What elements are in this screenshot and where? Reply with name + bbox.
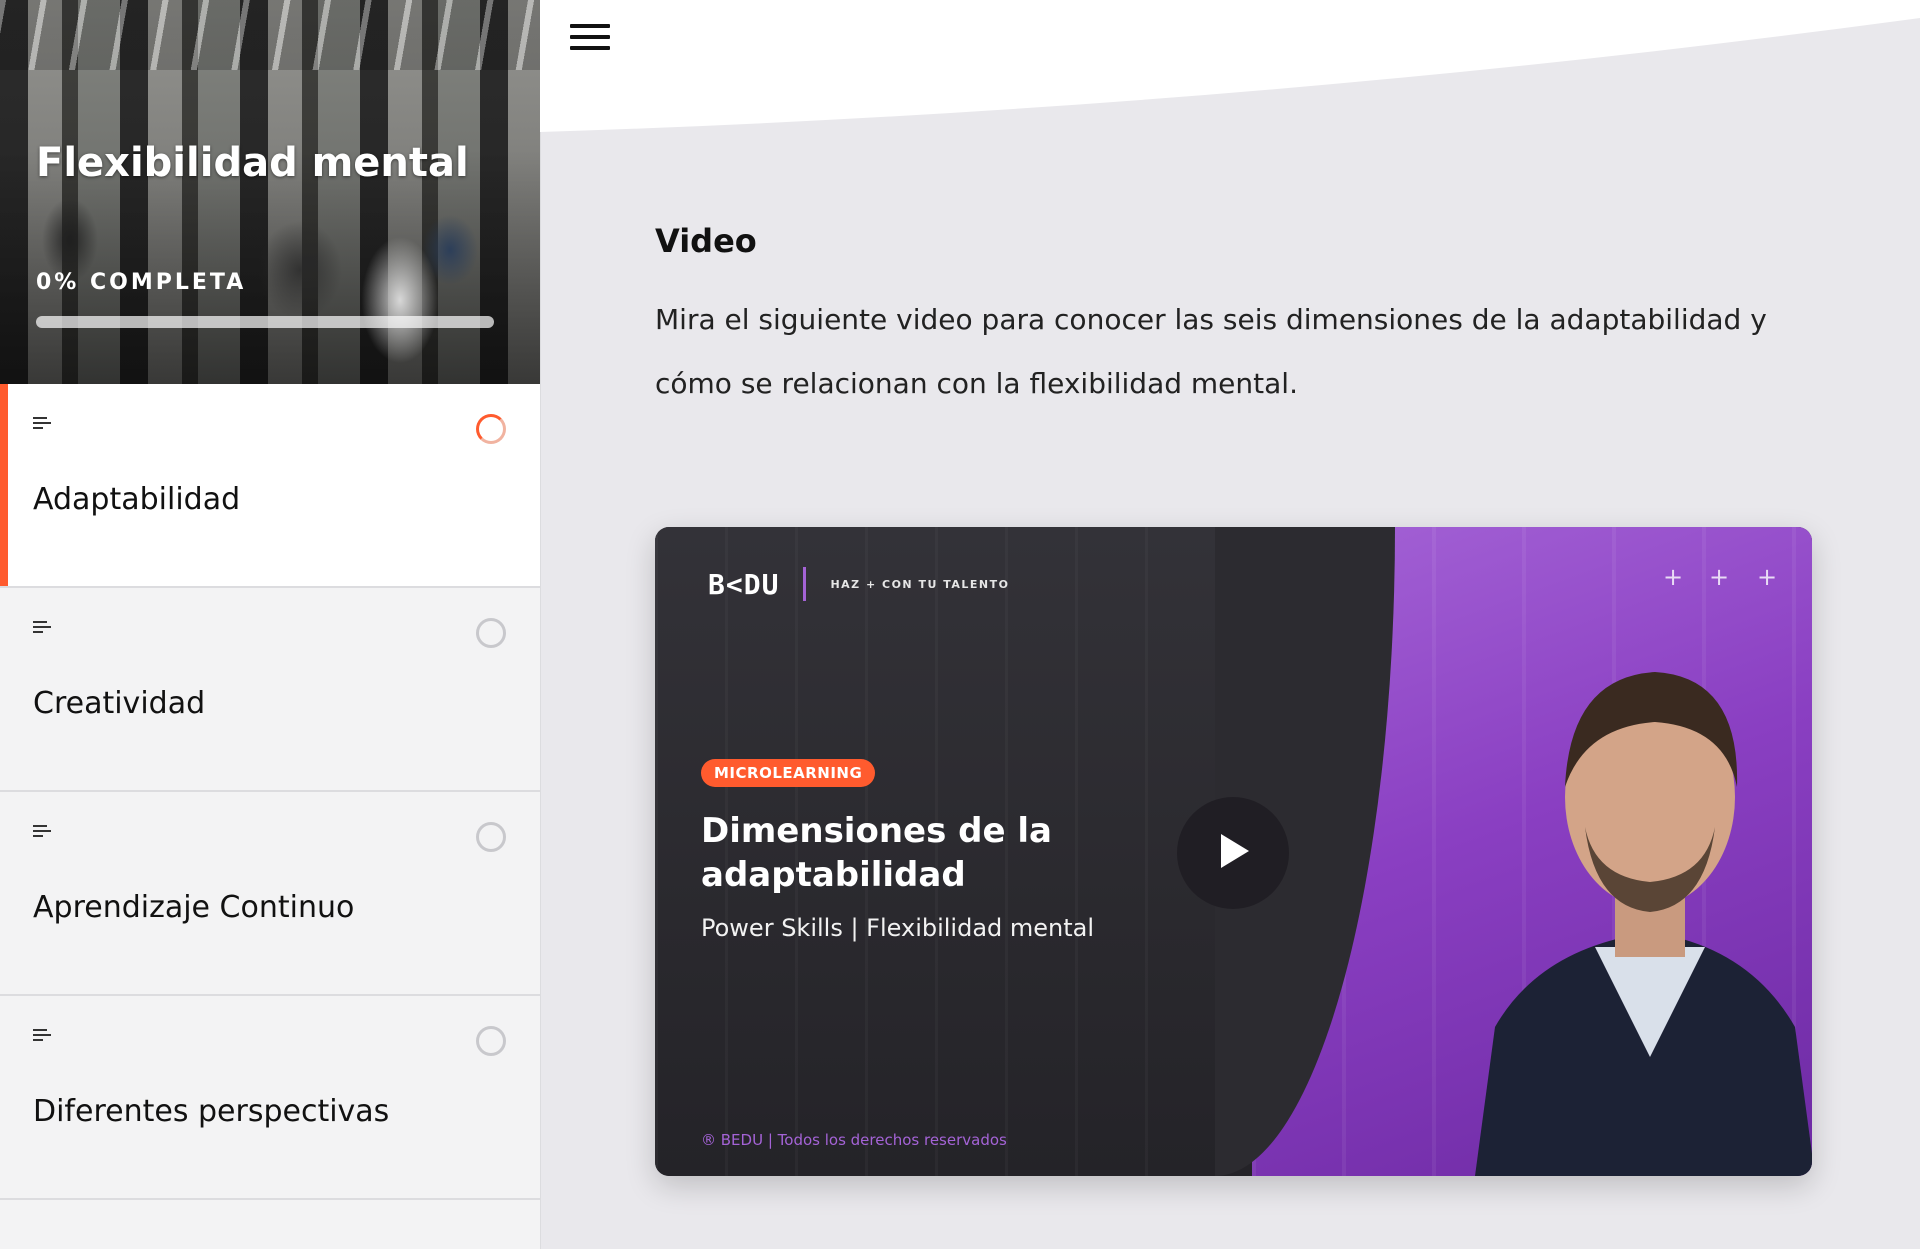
brand-separator: [803, 567, 807, 601]
hero-ceiling: [0, 0, 540, 70]
text-lesson-icon: [33, 1029, 51, 1041]
presenter-image: [1475, 672, 1812, 1176]
progress-ring-icon: [476, 822, 506, 852]
menu-icon[interactable]: [570, 24, 610, 56]
video-subtitle: Power Skills | Flexibilidad mental: [701, 914, 1095, 942]
play-button[interactable]: [1177, 797, 1289, 909]
bedu-logo: B<DU: [708, 567, 780, 601]
progress-ring-icon: [476, 414, 506, 444]
text-lesson-icon: [33, 825, 51, 837]
video-brand: B<DU HAZ + CON TU TALENTO: [708, 567, 1009, 601]
lesson-title: Adaptabilidad: [33, 482, 241, 517]
play-icon: [1221, 834, 1249, 868]
lesson-item-aprendizaje-continuo[interactable]: Aprendizaje Continuo: [0, 792, 540, 996]
lesson-title: Aprendizaje Continuo: [33, 890, 355, 925]
plus-icon: +: [1709, 563, 1730, 591]
lesson-item-creatividad[interactable]: Creatividad: [0, 588, 540, 792]
text-lesson-icon: [33, 621, 51, 633]
progress-ring-icon: [476, 1026, 506, 1056]
progress-ring-icon: [476, 618, 506, 648]
lesson-item-diferentes-perspectivas[interactable]: Diferentes perspectivas: [0, 996, 540, 1200]
lesson-item-adaptabilidad[interactable]: Adaptabilidad: [0, 384, 540, 588]
section-description: Mira el siguiente video para conocer las…: [655, 303, 1767, 400]
course-sidebar: Flexibilidad mental 0% COMPLETA Adaptabi…: [0, 0, 541, 1249]
section-heading: Video: [655, 222, 757, 260]
progress-bar: [36, 316, 494, 328]
lesson-title: Creatividad: [33, 686, 206, 721]
header-wave: [540, 0, 1920, 132]
microlearning-badge: MICROLEARNING: [701, 759, 876, 787]
lesson-title: Diferentes perspectivas: [33, 1094, 390, 1129]
video-title: Dimensiones de la adaptabilidad: [701, 811, 1052, 895]
course-title: Flexibilidad mental: [36, 140, 469, 186]
text-lesson-icon: [33, 417, 51, 429]
video-player[interactable]: B<DU HAZ + CON TU TALENTO + + + MICROLEA…: [655, 527, 1812, 1176]
brand-tagline: HAZ + CON TU TALENTO: [830, 577, 1010, 591]
plus-icon: +: [1757, 563, 1778, 591]
course-hero-image: Flexibilidad mental 0% COMPLETA: [0, 0, 540, 384]
progress-label: 0% COMPLETA: [36, 270, 247, 295]
video-copyright: ® BEDU | Todos los derechos reservados: [701, 1131, 1007, 1149]
plus-icon: +: [1663, 563, 1684, 591]
